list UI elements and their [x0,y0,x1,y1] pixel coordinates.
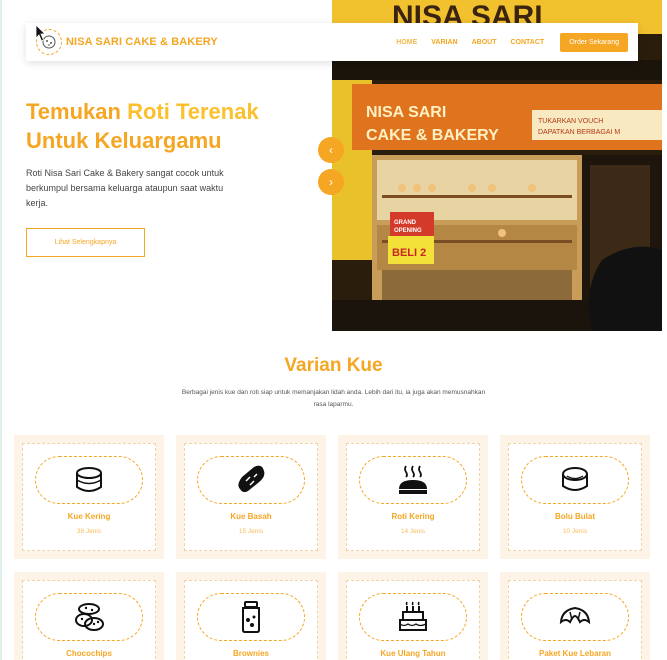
hero-title: Temukan Roti Terenak Untuk Keluargamu [26,97,316,155]
icon-pill [197,456,305,504]
hero-title-part1: Temukan [26,99,128,124]
nav-links: HOME VARIAN ABOUT CONTACT [396,39,544,46]
mouse-cursor-icon [35,24,46,42]
steaming-bread-icon [399,465,427,494]
svg-text:OPENING: OPENING [394,228,422,234]
jar-icon [242,601,260,633]
croissant-icon [559,606,591,625]
icon-pill [521,456,629,504]
photo-banner-line-1: TUKARKAN VOUCH [538,118,603,125]
birthday-cake-icon [399,601,427,631]
variant-card-kue-kering[interactable]: Kue Kering 38 Jenis [14,435,164,559]
order-now-button[interactable]: Order Sekarang [560,32,628,52]
icon-pill [35,456,143,504]
hero-description: Roti Nisa Sari Cake & Bakery sangat coco… [26,168,224,208]
card-count: 10 Jenis [562,528,588,535]
card-name: Kue Kering [67,512,111,521]
card-count: 15 Jenis [238,528,264,535]
card-name: Roti Kering [391,512,435,521]
see-more-button[interactable]: Lihat Selengkapnya [26,228,145,257]
card-name: Bolu Bulat [555,512,595,521]
variant-card-roti-kering[interactable]: Roti Kering 14 Jenis [338,435,488,559]
icon-pill [197,593,305,641]
card-name: Kue Basah [230,512,272,521]
chevron-left-icon: ‹ [329,143,333,157]
card-count: 38 Jenis [76,528,102,535]
card-name: Kue Ulang Tahun [380,649,446,658]
card-name: Chocochips [66,649,112,658]
round-cake-icon [562,467,588,491]
hero-title-part3: Untuk Keluargamu [26,128,222,153]
icon-pill [521,593,629,641]
card-name: Paket Kue Lebaran [538,649,612,658]
variant-card-kue-ulang-tahun[interactable]: Kue Ulang Tahun [338,572,488,660]
nav-link-about[interactable]: ABOUT [472,39,497,46]
icon-pill [359,456,467,504]
nav-link-home[interactable]: HOME [396,39,417,46]
cookies-stack-icon [75,603,104,631]
varian-description: Berbagai jenis kue dan roti siap untuk m… [181,389,486,408]
photo-sign-main-1: NISA SARI [366,104,446,121]
brand-name: NISA SARI CAKE & BAKERY [66,36,218,48]
slider-prev-button[interactable]: ‹ [318,137,344,163]
card-name: Brownies [232,649,269,658]
nav-link-varian[interactable]: VARIAN [431,39,457,46]
navbar: NISA SARI CAKE & BAKERY HOME VARIAN ABOU… [26,23,638,61]
cookie-jar-icon [76,467,102,492]
hero-section: NISA SARI NISA SARI CAKE & BAKERY TUKARK… [0,0,667,331]
chevron-right-icon: › [329,175,333,189]
card-count: 14 Jenis [400,528,426,535]
hero-title-accent: Roti Terenak [127,99,259,124]
brand[interactable]: NISA SARI CAKE & BAKERY [36,29,218,55]
nav-link-contact[interactable]: CONTACT [510,39,544,46]
bread-icon [238,465,265,493]
slider-next-button[interactable]: › [318,169,344,195]
svg-text:BELI 2: BELI 2 [392,247,426,259]
variant-card-kue-basah[interactable]: Kue Basah 15 Jenis [176,435,326,559]
variant-card-paket-kue-lebaran[interactable]: Paket Kue Lebaran [500,572,650,660]
photo-sign-main-2: CAKE & BAKERY [366,127,499,144]
svg-text:GRAND: GRAND [394,220,417,226]
icon-pill [359,593,467,641]
variant-card-bolu-bulat[interactable]: Bolu Bulat 10 Jenis [500,435,650,559]
icon-pill [35,593,143,641]
varian-title: Varian Kue [284,355,383,376]
variant-card-brownies[interactable]: Brownies [176,572,326,660]
variant-card-chocochips[interactable]: Chocochips [14,572,164,660]
photo-banner-line-2: DAPATKAN BERBAGAI M [538,129,620,136]
